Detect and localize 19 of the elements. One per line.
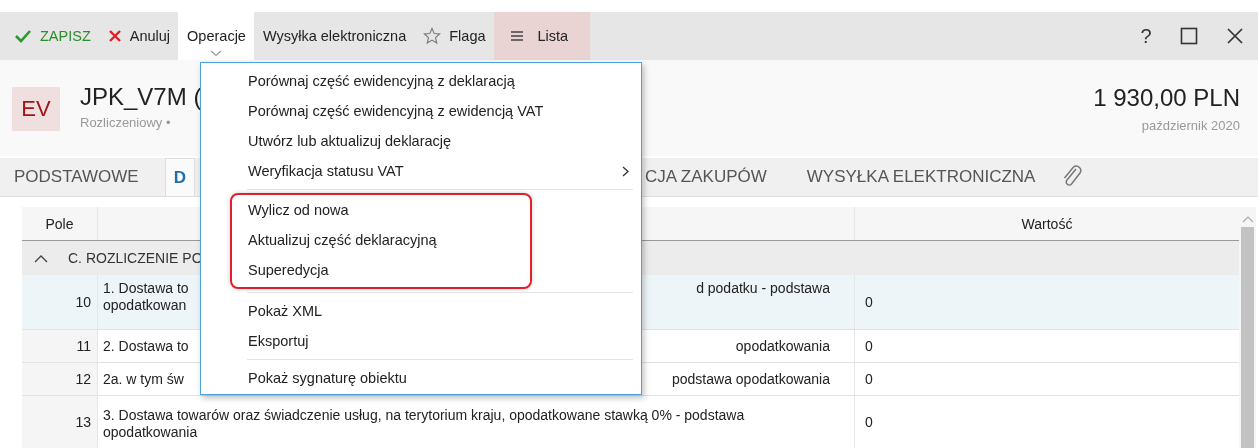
field-number: 10: [22, 275, 98, 329]
document-subtitle: Rozliczeniowy •: [80, 115, 172, 130]
description-text: 2a. w tym św: [103, 370, 184, 388]
amount-text: 1 930,00 PLN: [1093, 84, 1240, 112]
column-header: Pole: [22, 207, 98, 240]
description-text: 2. Dostawa to: [103, 337, 189, 355]
document-title: JPK_V7M (: [80, 83, 202, 111]
description-text: 3. Dostawa towarów oraz świadczenie usług, na terytorium kraju, opodatkowane stawką 0% - podstawa opodatkowania: [103, 407, 746, 441]
period-text: październik 2020: [1140, 118, 1240, 133]
document-badge: EV: [12, 87, 60, 131]
description-text: 1. Dostawa to opodatkowan: [103, 280, 189, 314]
description-text: d podatku - podstawa: [696, 280, 830, 297]
value-cell: 0: [855, 275, 1239, 329]
field-number: 12: [22, 363, 98, 395]
field-number: 13: [22, 396, 98, 448]
description-text: podstawa opodatkowania: [672, 370, 830, 388]
description-text: opodatkowania: [735, 337, 830, 355]
field-number: 11: [22, 330, 98, 362]
column-header: Wartość: [1020, 214, 1074, 234]
